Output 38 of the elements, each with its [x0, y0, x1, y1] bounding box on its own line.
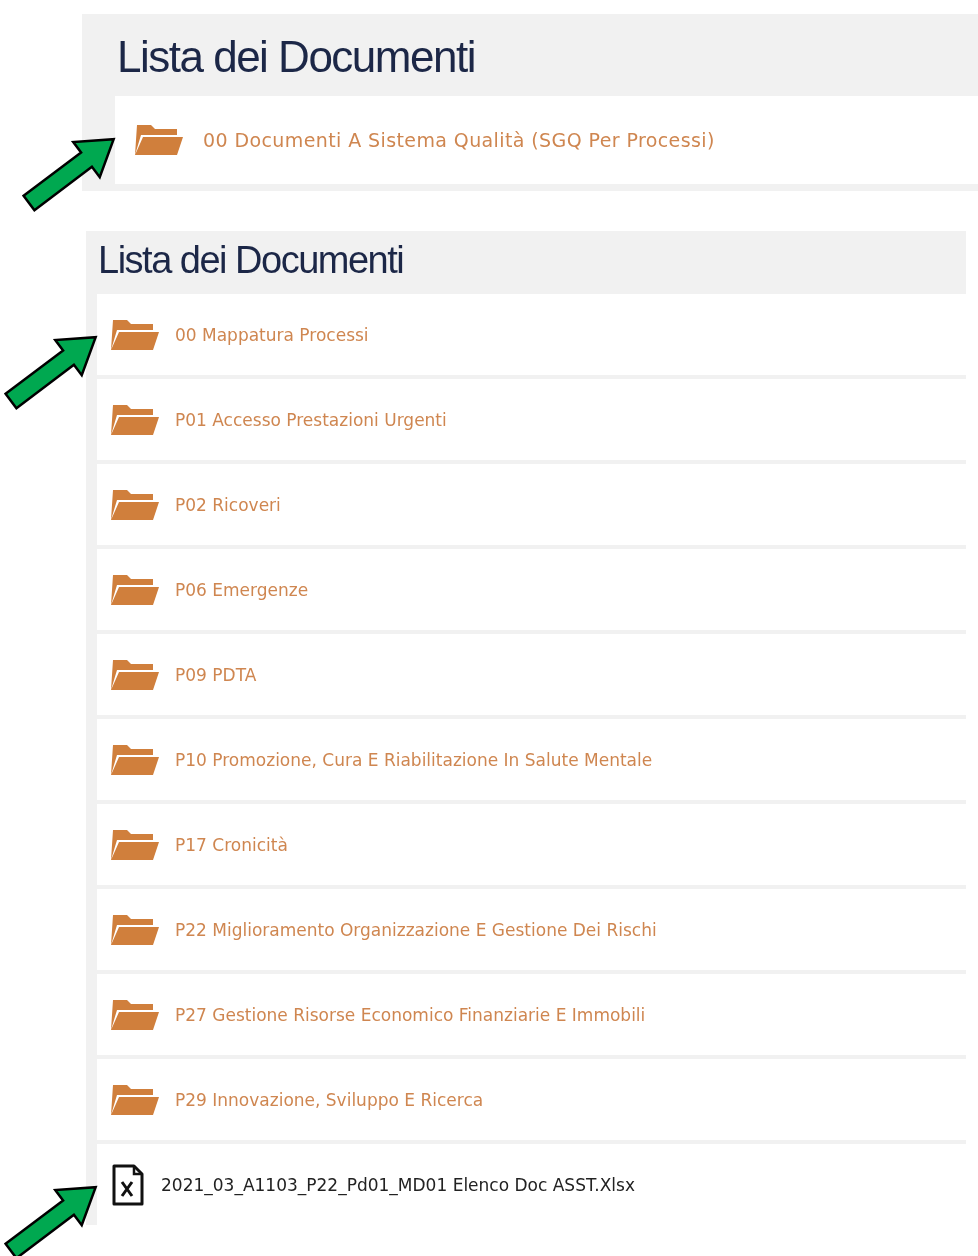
item-label: P02 Ricoveri	[175, 494, 281, 515]
folder-icon	[111, 487, 159, 522]
item-label: P22 Miglioramento Organizzazione E Gestione Dei Rischi	[175, 919, 657, 940]
item-label: P06 Emergenze	[175, 579, 309, 600]
folder-icon	[111, 572, 159, 607]
panel-title: Lista dei Documenti	[97, 238, 404, 283]
folder-icon	[111, 1082, 159, 1117]
folder-icon	[111, 657, 159, 692]
folder-row[interactable]: P02 Ricoveri	[97, 464, 966, 545]
folder-row[interactable]: P29 Innovazione, Sviluppo E Ricerca	[97, 1059, 966, 1140]
folder-icon	[111, 317, 159, 352]
item-label: 2021_03_A1103_P22_Pd01_MD01 Elenco Doc ASST.Xlsx	[161, 1174, 635, 1195]
item-label: P09 PDTA	[175, 664, 257, 685]
folder-row[interactable]: P10 Promozione, Cura E Riabilitazione In Salute Mentale	[97, 719, 966, 800]
folder-row[interactable]: 00 Documenti A Sistema Qualità (SGQ Per Processi)	[115, 96, 978, 184]
folder-icon	[111, 402, 159, 437]
folder-row[interactable]: P09 PDTA	[97, 634, 966, 715]
file-row[interactable]: 2021_03_A1103_P22_Pd01_MD01 Elenco Doc ASST.Xlsx	[97, 1144, 966, 1225]
folder-row[interactable]: P01 Accesso Prestazioni Urgenti	[97, 379, 966, 460]
folder-icon	[111, 742, 159, 777]
item-label: P01 Accesso Prestazioni Urgenti	[175, 409, 447, 430]
spreadsheet-file-icon	[111, 1163, 145, 1206]
item-label: 00 Mappatura Processi	[175, 324, 369, 345]
folder-row[interactable]: 00 Mappatura Processi	[97, 294, 966, 375]
folder-row[interactable]: P22 Miglioramento Organizzazione E Gestione Dei Rischi	[97, 889, 966, 970]
item-label: P29 Innovazione, Sviluppo E Ricerca	[175, 1089, 484, 1110]
item-label: P27 Gestione Risorse Economico Finanziarie E Immobili	[175, 1004, 646, 1025]
item-label: 00 Documenti A Sistema Qualità (SGQ Per Processi)	[203, 129, 715, 151]
folder-icon	[111, 827, 159, 862]
item-label: P10 Promozione, Cura E Riabilitazione In Salute Mentale	[175, 749, 653, 770]
folder-row[interactable]: P27 Gestione Risorse Economico Finanziarie E Immobili	[97, 974, 966, 1055]
folder-icon	[111, 997, 159, 1032]
folder-row[interactable]: P06 Emergenze	[97, 549, 966, 630]
panel-title: Lista dei Documenti	[116, 31, 475, 83]
item-label: P17 Cronicità	[175, 834, 288, 855]
folder-icon	[135, 123, 183, 157]
folder-icon	[111, 912, 159, 947]
folder-row[interactable]: P17 Cronicità	[97, 804, 966, 885]
